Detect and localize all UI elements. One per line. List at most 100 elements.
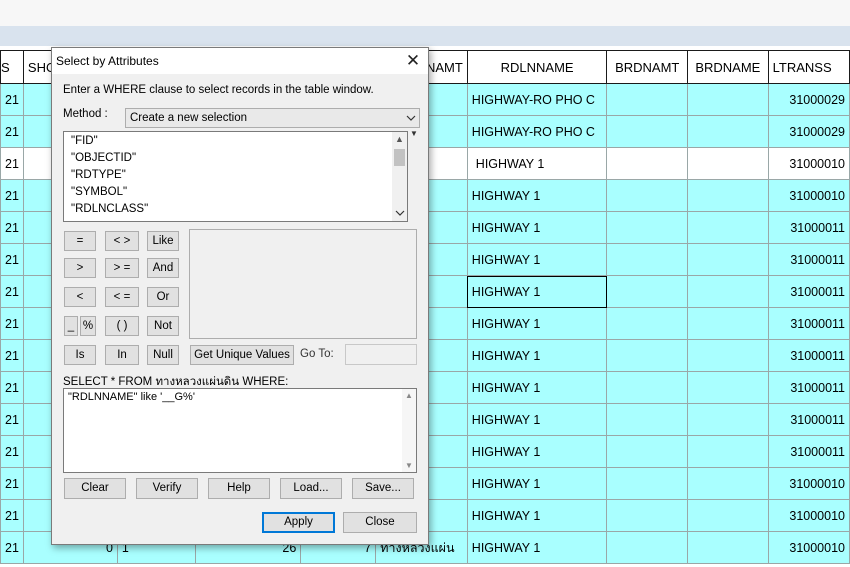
cell-rdlnname[interactable]: HIGHWAY 1 [466,179,608,212]
greater-than-button[interactable]: > [64,258,96,278]
cell-brdnamt[interactable] [606,307,689,340]
cell-ltranss[interactable]: 31000029 [767,115,850,148]
clear-button[interactable]: Clear [64,478,126,499]
cell-value[interactable]: 21 [0,275,24,308]
cell-brdname[interactable] [687,499,769,532]
cell-value[interactable]: 21 [0,211,24,244]
cell-brdnamt[interactable] [606,371,689,404]
cell-value[interactable]: 21 [0,243,24,276]
close-button[interactable]: Close [343,512,417,533]
column-header[interactable]: BRDNAME [687,50,769,84]
method-dropdown[interactable]: Create a new selection [125,108,420,128]
or-button[interactable]: Or [147,287,179,307]
cell-rdlnname[interactable]: HIGHWAY 1 [466,307,608,340]
like-button[interactable]: Like [147,231,179,251]
cell-value[interactable]: 21 [0,115,24,148]
cell-brdname[interactable] [687,115,769,148]
cell-brdnamt[interactable] [606,147,689,180]
cell-value[interactable]: 21 [0,83,24,116]
cell-brdname[interactable] [687,275,769,308]
percent-button[interactable]: % [80,316,96,336]
cell-brdnamt[interactable] [606,179,689,212]
field-item[interactable]: "RDLNCLASS" [71,203,148,215]
cell-brdnamt[interactable] [606,339,689,372]
cell-brdnamt[interactable] [606,243,689,276]
cell-ltranss[interactable]: 31000011 [767,435,850,468]
cell-rdlnname[interactable]: HIGHWAY-RO PHO C [466,115,608,148]
less-than-button[interactable]: < [64,287,96,307]
scroll-thumb[interactable] [394,149,405,166]
cell-rdlnname[interactable]: HIGHWAY 1 [466,467,608,500]
not-button[interactable]: Not [147,316,179,336]
cell-brdname[interactable] [687,403,769,436]
field-item[interactable]: "SYMBOL" [71,186,127,198]
and-button[interactable]: And [147,258,179,278]
cell-brdnamt[interactable] [606,467,689,500]
fields-list[interactable]: "FID" "OBJECTID" "RDTYPE" "SYMBOL" "RDLN… [63,131,408,222]
column-header[interactable]: BRDNAMT [606,50,689,84]
cell-ltranss[interactable]: 31000011 [767,403,850,436]
cell-brdname[interactable] [687,147,769,180]
field-item[interactable]: "RDTYPE" [71,169,126,181]
cell-value[interactable]: 21 [0,179,24,212]
cell-brdname[interactable] [687,243,769,276]
help-button[interactable]: Help [208,478,270,499]
cell-rdlnname[interactable]: HIGHWAY-RO PHO C [466,83,608,116]
close-icon[interactable]: ✕ [398,48,428,74]
cell-value[interactable]: 21 [0,371,24,404]
cell-ltranss[interactable]: 31000029 [767,83,850,116]
cell-value[interactable]: 21 [0,435,24,468]
cell-rdlnname[interactable]: HIGHWAY 1 [466,339,608,372]
cell-rdlnname[interactable]: HIGHWAY 1 [466,371,608,404]
cell-brdnamt[interactable] [606,211,689,244]
cell-ltranss[interactable]: 31000011 [767,307,850,340]
cell-brdnamt[interactable] [606,403,689,436]
greater-equal-button[interactable]: > = [105,258,139,278]
dialog-title-bar[interactable]: Select by Attributes ✕ [52,48,428,74]
cell-rdlnname[interactable]: HIGHWAY 1 [466,211,608,244]
equals-button[interactable]: = [64,231,96,251]
column-header[interactable]: LTRANSS [767,50,850,84]
field-item[interactable]: "FID" [71,135,98,147]
cell-value[interactable]: 21 [0,467,24,500]
cell-rdlnname[interactable]: HIGHWAY 1 [466,243,608,276]
load-button[interactable]: Load... [280,478,342,499]
where-clause-textarea[interactable]: "RDLNNAME" like '__G%' ▲ ▼ [63,388,417,473]
cell-brdname[interactable] [687,371,769,404]
cell-value[interactable]: 21 [0,531,24,564]
column-header[interactable]: RDLNNAME [466,50,608,84]
column-header[interactable]: S [0,50,24,84]
unique-values-list[interactable] [189,229,417,339]
in-button[interactable]: In [105,345,139,365]
cell-brdnamt[interactable] [606,499,689,532]
cell-brdname[interactable] [687,339,769,372]
less-equal-button[interactable]: < = [105,287,139,307]
cell-brdnamt[interactable] [606,531,689,564]
underscore-button[interactable]: _ [64,316,78,336]
scroll-up-icon[interactable]: ▲ [392,132,407,147]
fields-scrollbar[interactable]: ▲ [392,132,407,221]
parentheses-button[interactable]: ( ) [105,316,139,336]
is-button[interactable]: Is [64,345,96,365]
cell-ltranss[interactable]: 31000010 [767,147,850,180]
cell-rdlnname[interactable]: HIGHWAY 1 [466,403,608,436]
cell-ltranss[interactable]: 31000010 [767,467,850,500]
cell-brdname[interactable] [687,179,769,212]
cell-rdlnname[interactable]: HIGHWAY 1 [466,147,608,180]
cell-brdname[interactable] [687,531,769,564]
cell-ltranss[interactable]: 31000010 [767,179,850,212]
cell-value[interactable]: 21 [0,339,24,372]
cell-value[interactable]: 21 [0,403,24,436]
cell-value[interactable]: 21 [0,147,24,180]
cell-brdname[interactable] [687,211,769,244]
cell-brdname[interactable] [687,83,769,116]
cell-brdnamt[interactable] [606,83,689,116]
scroll-down-icon[interactable] [392,206,407,221]
cell-ltranss[interactable]: 31000011 [767,339,850,372]
cell-value[interactable]: 21 [0,499,24,532]
cell-brdnamt[interactable] [606,275,689,308]
goto-input[interactable] [345,344,417,365]
verify-button[interactable]: Verify [136,478,198,499]
field-item[interactable]: "OBJECTID" [71,152,136,164]
save-button[interactable]: Save... [352,478,414,499]
